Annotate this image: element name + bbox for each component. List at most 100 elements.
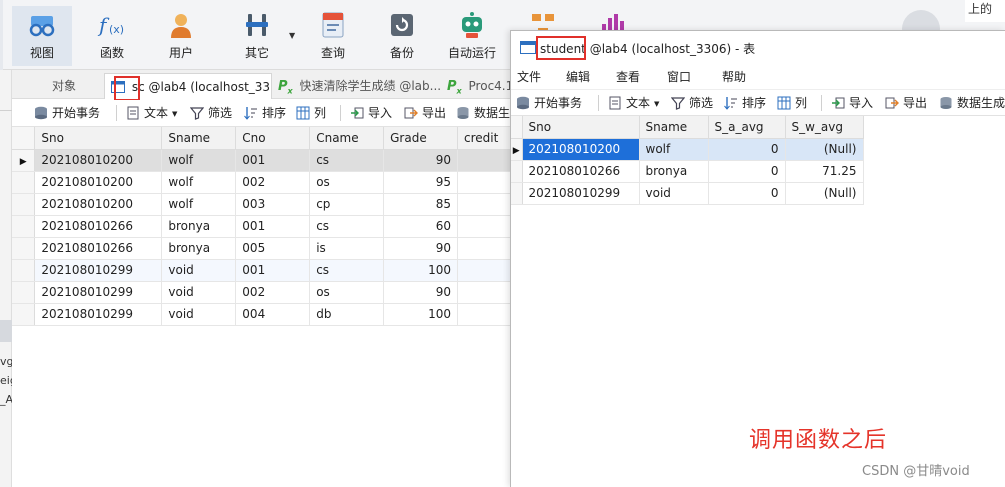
column-header-s-w-avg[interactable]: S_w_avg [785, 116, 864, 139]
cell-s-a-avg[interactable]: 0 [708, 138, 786, 161]
cell-grade[interactable]: 90 [383, 237, 459, 260]
ribbon-backup-button[interactable]: 备份 [372, 6, 432, 66]
columns-button[interactable]: 列 [296, 103, 326, 123]
cell-sname[interactable]: void [161, 259, 237, 282]
menu-edit[interactable]: 编辑 [566, 68, 590, 85]
table-row[interactable]: 202108010200 wolf 002 os 95 5 [12, 171, 532, 194]
column-header-s-a-avg[interactable]: S_a_avg [708, 116, 786, 139]
cell-sname[interactable]: wolf [161, 193, 237, 216]
cell-sname[interactable]: wolf [639, 138, 709, 161]
cell-cno[interactable]: 001 [235, 259, 311, 282]
menu-help[interactable]: 帮助 [722, 68, 746, 85]
cell-cno[interactable]: 002 [235, 171, 311, 194]
cell-cname[interactable]: cs [309, 215, 385, 238]
table-row[interactable]: 202108010299 void 002 os 90 5 [12, 281, 532, 304]
text-view-button[interactable]: 文本 ▼ [608, 93, 659, 113]
table-row[interactable]: ▶ 202108010200 wolf 0 (Null) [511, 138, 864, 161]
cell-cname[interactable]: is [309, 237, 385, 260]
table-row[interactable]: 202108010299 void 0 (Null) [511, 182, 864, 205]
ribbon-other-button[interactable]: 其它 [227, 6, 287, 66]
data-generation-button[interactable]: 数据生成 [939, 93, 1005, 113]
cell-sno[interactable]: 202108010299 [522, 182, 640, 205]
menu-window[interactable]: 窗口 [667, 68, 691, 85]
cell-sname[interactable]: bronya [161, 215, 237, 238]
menu-file[interactable]: 文件 [517, 68, 541, 85]
filter-button[interactable]: 筛选 [190, 103, 232, 123]
export-button[interactable]: 导出 [404, 103, 446, 123]
cell-sno[interactable]: 202108010299 [34, 259, 163, 282]
ribbon-view-button[interactable]: 视图 [12, 6, 72, 66]
export-button[interactable]: 导出 [885, 93, 927, 113]
column-header-grade[interactable]: Grade [383, 127, 459, 150]
cell-s-w-avg[interactable]: 71.25 [785, 160, 864, 183]
column-header-cname[interactable]: Cname [309, 127, 385, 150]
column-header-sno[interactable]: Sno [522, 116, 640, 139]
cell-sname[interactable]: void [161, 303, 237, 326]
cell-grade[interactable]: 100 [383, 303, 459, 326]
cell-s-w-avg[interactable]: (Null) [785, 182, 864, 205]
cell-cno[interactable]: 002 [235, 281, 311, 304]
cell-cno[interactable]: 004 [235, 303, 311, 326]
cell-cname[interactable]: os [309, 171, 385, 194]
columns-button[interactable]: 列 [777, 93, 807, 113]
cell-sname[interactable]: bronya [161, 237, 237, 260]
cell-sno[interactable]: 202108010200 [34, 193, 163, 216]
filter-button[interactable]: 筛选 [671, 93, 713, 113]
data-generation-button[interactable]: 数据生成 [456, 103, 512, 123]
cell-grade[interactable]: 100 [383, 259, 459, 282]
cell-sno-selected[interactable]: 202108010200 [522, 138, 640, 161]
column-header-cno[interactable]: Cno [235, 127, 311, 150]
cell-cno[interactable]: 001 [235, 149, 311, 172]
ribbon-user-button[interactable]: 用户 [151, 6, 211, 66]
cell-s-a-avg[interactable]: 0 [708, 182, 786, 205]
cell-cname[interactable]: cs [309, 149, 385, 172]
import-button[interactable]: 导入 [350, 103, 392, 123]
begin-transaction-button[interactable]: 开始事务 [516, 93, 582, 113]
student-window-titlebar[interactable]: student @lab4 (localhost_3306) - 表 [511, 31, 1005, 64]
cell-cno[interactable]: 001 [235, 215, 311, 238]
cell-sname[interactable]: bronya [639, 160, 709, 183]
tab-clear-grades-proc[interactable]: Px 快速清除学生成绩 @lab... [274, 73, 442, 99]
cell-grade[interactable]: 90 [383, 281, 459, 304]
cell-grade[interactable]: 60 [383, 215, 459, 238]
cell-s-a-avg[interactable]: 0 [708, 160, 786, 183]
menu-view[interactable]: 查看 [616, 68, 640, 85]
cell-sname[interactable]: void [639, 182, 709, 205]
sort-button[interactable]: 排序 [244, 103, 286, 123]
table-row[interactable]: 202108010266 bronya 0 71.25 [511, 160, 864, 183]
cell-cname[interactable]: os [309, 281, 385, 304]
ribbon-query-button[interactable]: 查询 [303, 6, 363, 66]
text-view-button[interactable]: 文本 ▼ [126, 103, 177, 123]
table-row[interactable]: 202108010299 void 004 db 100 3 [12, 303, 532, 326]
cell-cno[interactable]: 005 [235, 237, 311, 260]
table-row[interactable]: ▶ 202108010200 wolf 001 cs 90 5 [12, 149, 532, 172]
column-header-sno[interactable]: Sno [34, 127, 163, 150]
cell-sname[interactable]: wolf [161, 171, 237, 194]
cell-sno[interactable]: 202108010266 [34, 215, 163, 238]
cell-sno[interactable]: 202108010266 [522, 160, 640, 183]
table-row[interactable]: 202108010200 wolf 003 cp 85 3 [12, 193, 532, 216]
cell-sname[interactable]: wolf [161, 149, 237, 172]
column-header-sname[interactable]: Sname [161, 127, 237, 150]
cell-cname[interactable]: db [309, 303, 385, 326]
cell-cname[interactable]: cp [309, 193, 385, 216]
cell-grade[interactable]: 85 [383, 193, 459, 216]
cell-cno[interactable]: 003 [235, 193, 311, 216]
table-row[interactable]: 202108010266 bronya 005 is 90 3 [12, 237, 532, 260]
sort-button[interactable]: 排序 [724, 93, 766, 113]
table-row[interactable]: 202108010266 bronya 001 cs 60 5 [12, 215, 532, 238]
tab-objects[interactable]: 对象 [30, 73, 104, 99]
cell-sno[interactable]: 202108010200 [34, 149, 163, 172]
import-button[interactable]: 导入 [831, 93, 873, 113]
cell-grade[interactable]: 90 [383, 149, 459, 172]
cell-sno[interactable]: 202108010299 [34, 281, 163, 304]
ribbon-function-button[interactable]: f (x) 函数 [82, 6, 142, 66]
tab-proc41[interactable]: Px Proc4.1... [443, 73, 512, 99]
ribbon-other-dropdown-icon[interactable]: ▼ [289, 31, 295, 40]
cell-cname[interactable]: cs [309, 259, 385, 282]
table-row[interactable]: 202108010299 void 001 cs 100 5 [12, 259, 532, 282]
cell-sno[interactable]: 202108010200 [34, 171, 163, 194]
column-header-sname[interactable]: Sname [639, 116, 709, 139]
strip-selected-item[interactable] [0, 320, 12, 342]
cell-sno[interactable]: 202108010299 [34, 303, 163, 326]
